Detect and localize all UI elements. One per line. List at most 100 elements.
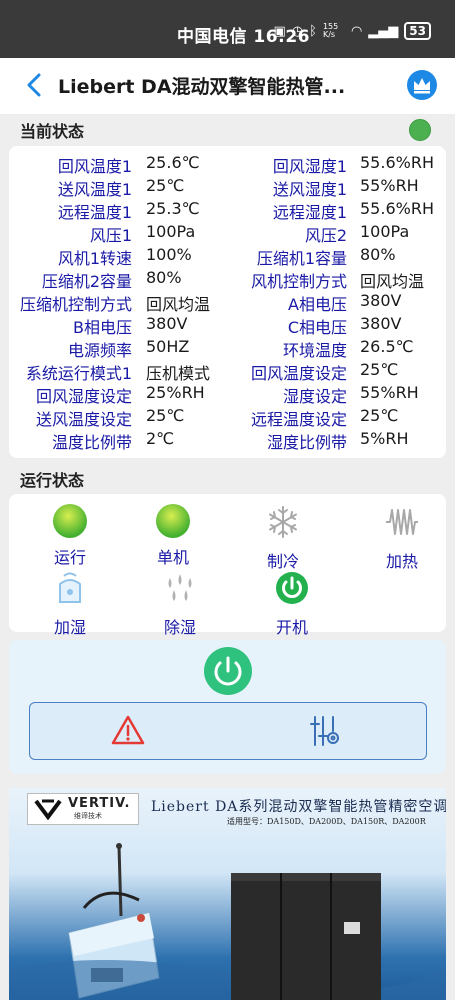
product-banner: VERTIV. 维谛技术 Liebert DA系列混动双擎智能热管精密空调 适用… bbox=[9, 788, 446, 1000]
run-status-label: 加湿 bbox=[53, 618, 86, 637]
param-value: 55%RH bbox=[360, 383, 419, 402]
param-value: 55.6%RH bbox=[360, 199, 434, 218]
product-illustration bbox=[9, 843, 446, 1000]
crown-vip-icon[interactable] bbox=[407, 70, 437, 100]
param-value: 80% bbox=[146, 268, 182, 287]
param-label: 压缩机控制方式 bbox=[19, 295, 132, 314]
param-label: 远程湿度1 bbox=[272, 203, 347, 222]
param-row: 压缩机2容量 80% 风机控制方式 回风均温 bbox=[9, 268, 446, 291]
carrier-name: 中国电信 bbox=[176, 27, 247, 47]
param-label: 回风湿度1 bbox=[272, 157, 347, 176]
green-ball-icon bbox=[155, 504, 191, 540]
param-row: 风机1转速 100% 压缩机1容量 80% bbox=[9, 245, 446, 268]
run-status-running: 运行 bbox=[30, 504, 110, 568]
param-label: 环境温度 bbox=[282, 341, 347, 360]
param-label: 风机1转速 bbox=[57, 249, 132, 268]
param-value: 25.6℃ bbox=[146, 153, 200, 172]
battery-icon: 53 bbox=[404, 22, 431, 40]
param-label: 回风温度设定 bbox=[250, 364, 347, 383]
param-row: B相电压 380V C相电压 380V bbox=[9, 314, 446, 337]
humidifier-icon bbox=[59, 572, 81, 603]
param-value: 380V bbox=[146, 314, 188, 333]
run-status-label: 制冷 bbox=[266, 552, 299, 571]
run-status-cooling: 制冷 bbox=[243, 504, 323, 572]
param-value: 25℃ bbox=[360, 406, 399, 425]
param-value: 50HZ bbox=[146, 337, 190, 356]
param-value: 100Pa bbox=[360, 222, 410, 241]
run-status-label: 加热 bbox=[385, 552, 418, 571]
run-status-label: 开机 bbox=[275, 618, 308, 637]
param-label: 送风温度设定 bbox=[35, 410, 132, 429]
param-row: 回风湿度设定 25%RH 湿度设定 55%RH bbox=[9, 383, 446, 406]
param-label: 风压2 bbox=[304, 226, 347, 245]
param-value: 55.6%RH bbox=[360, 153, 434, 172]
banner-title: Liebert DA系列混动双擎智能热管精密空调 bbox=[151, 799, 446, 815]
param-value: 5%RH bbox=[360, 429, 409, 448]
nfc-icon: ▣ bbox=[273, 23, 286, 39]
status-icons: ▣ ◷ ᛒ 155 K/s ◠ ▂▄▆ 53 bbox=[273, 22, 431, 40]
online-status-indicator bbox=[409, 119, 431, 141]
param-row: 回风温度1 25.6℃ 回风湿度1 55.6%RH bbox=[9, 153, 446, 176]
param-value: 25℃ bbox=[146, 176, 185, 195]
brand-subtitle: 维谛技术 bbox=[74, 812, 102, 820]
param-label: 送风湿度1 bbox=[272, 180, 347, 199]
param-value: 26.5℃ bbox=[360, 337, 414, 356]
run-status-dehumidify: 除湿 bbox=[140, 570, 220, 638]
param-label: 回风湿度设定 bbox=[35, 387, 132, 406]
app-header: Liebert DA混动双擎智能热管... bbox=[0, 58, 455, 114]
banner-models: 适用型号：DA150D、DA200D、DA150R、DA200R bbox=[227, 817, 426, 826]
param-value: 2℃ bbox=[146, 429, 175, 448]
param-row: 远程温度1 25.3℃ 远程湿度1 55.6%RH bbox=[9, 199, 446, 222]
wifi-icon: ◠ bbox=[350, 23, 363, 39]
run-status-label: 单机 bbox=[156, 548, 189, 567]
param-value: 压机模式 bbox=[146, 364, 211, 383]
droplets-icon bbox=[168, 574, 192, 601]
alarm-warning-icon[interactable] bbox=[111, 714, 145, 746]
run-status-heating: 加热 bbox=[362, 504, 442, 572]
param-value: 380V bbox=[360, 314, 402, 333]
run-status-title: 运行状态 bbox=[20, 471, 85, 490]
param-label: 系统运行模式1 bbox=[25, 364, 132, 383]
param-label: A相电压 bbox=[288, 295, 347, 314]
param-label: 远程温度设定 bbox=[250, 410, 347, 429]
snowflake-icon bbox=[269, 506, 297, 538]
param-value: 80% bbox=[360, 245, 396, 264]
net-speed: 155 K/s bbox=[322, 22, 339, 39]
param-label: 送风温度1 bbox=[57, 180, 132, 199]
param-label: 湿度设定 bbox=[282, 387, 347, 406]
vertiv-logo: VERTIV. 维谛技术 bbox=[27, 793, 139, 825]
power-on-icon bbox=[276, 572, 308, 604]
param-row: 温度比例带 2℃ 湿度比例带 5%RH bbox=[9, 429, 446, 452]
param-label: 风压1 bbox=[89, 226, 132, 245]
param-row: 送风温度设定 25℃ 远程温度设定 25℃ bbox=[9, 406, 446, 429]
param-value: 回风均温 bbox=[146, 295, 211, 314]
page-title: Liebert DA混动双擎智能热管... bbox=[58, 76, 346, 98]
param-value: 回风均温 bbox=[360, 272, 425, 291]
green-ball-icon bbox=[52, 504, 88, 540]
param-row: 送风温度1 25℃ 送风湿度1 55%RH bbox=[9, 176, 446, 199]
param-row: 压缩机控制方式 回风均温 A相电压 380V bbox=[9, 291, 446, 314]
current-status-title: 当前状态 bbox=[20, 122, 85, 141]
param-label: 电源频率 bbox=[67, 341, 132, 360]
param-row: 系统运行模式1 压机模式 回风温度设定 25℃ bbox=[9, 360, 446, 383]
run-status-label: 除湿 bbox=[163, 618, 196, 637]
back-arrow-icon[interactable] bbox=[20, 70, 50, 100]
param-value: 100% bbox=[146, 245, 192, 264]
alarm-icon: ◷ bbox=[291, 23, 304, 39]
param-value: 25℃ bbox=[146, 406, 185, 425]
param-value: 100Pa bbox=[146, 222, 196, 241]
system-status-bar: 中国电信 16:26 ▣ ◷ ᛒ 155 K/s ◠ ▂▄▆ 53 bbox=[0, 0, 455, 58]
param-label: C相电压 bbox=[287, 318, 347, 337]
heater-icon bbox=[386, 509, 418, 535]
power-icon bbox=[214, 656, 242, 686]
param-row: 电源频率 50HZ 环境温度 26.5℃ bbox=[9, 337, 446, 360]
signal-icon: ▂▄▆ bbox=[368, 23, 399, 39]
param-value: 25℃ bbox=[360, 360, 399, 379]
power-button[interactable] bbox=[204, 647, 252, 695]
battery-level: 53 bbox=[409, 24, 426, 38]
settings-sliders-icon[interactable] bbox=[308, 714, 342, 748]
run-status-card: 运行 单机 制冷 加热 加湿 除湿 开机 bbox=[9, 494, 446, 637]
run-status-humidify: 加湿 bbox=[30, 570, 110, 638]
param-label: 回风温度1 bbox=[57, 157, 132, 176]
control-actions-box bbox=[29, 702, 427, 760]
